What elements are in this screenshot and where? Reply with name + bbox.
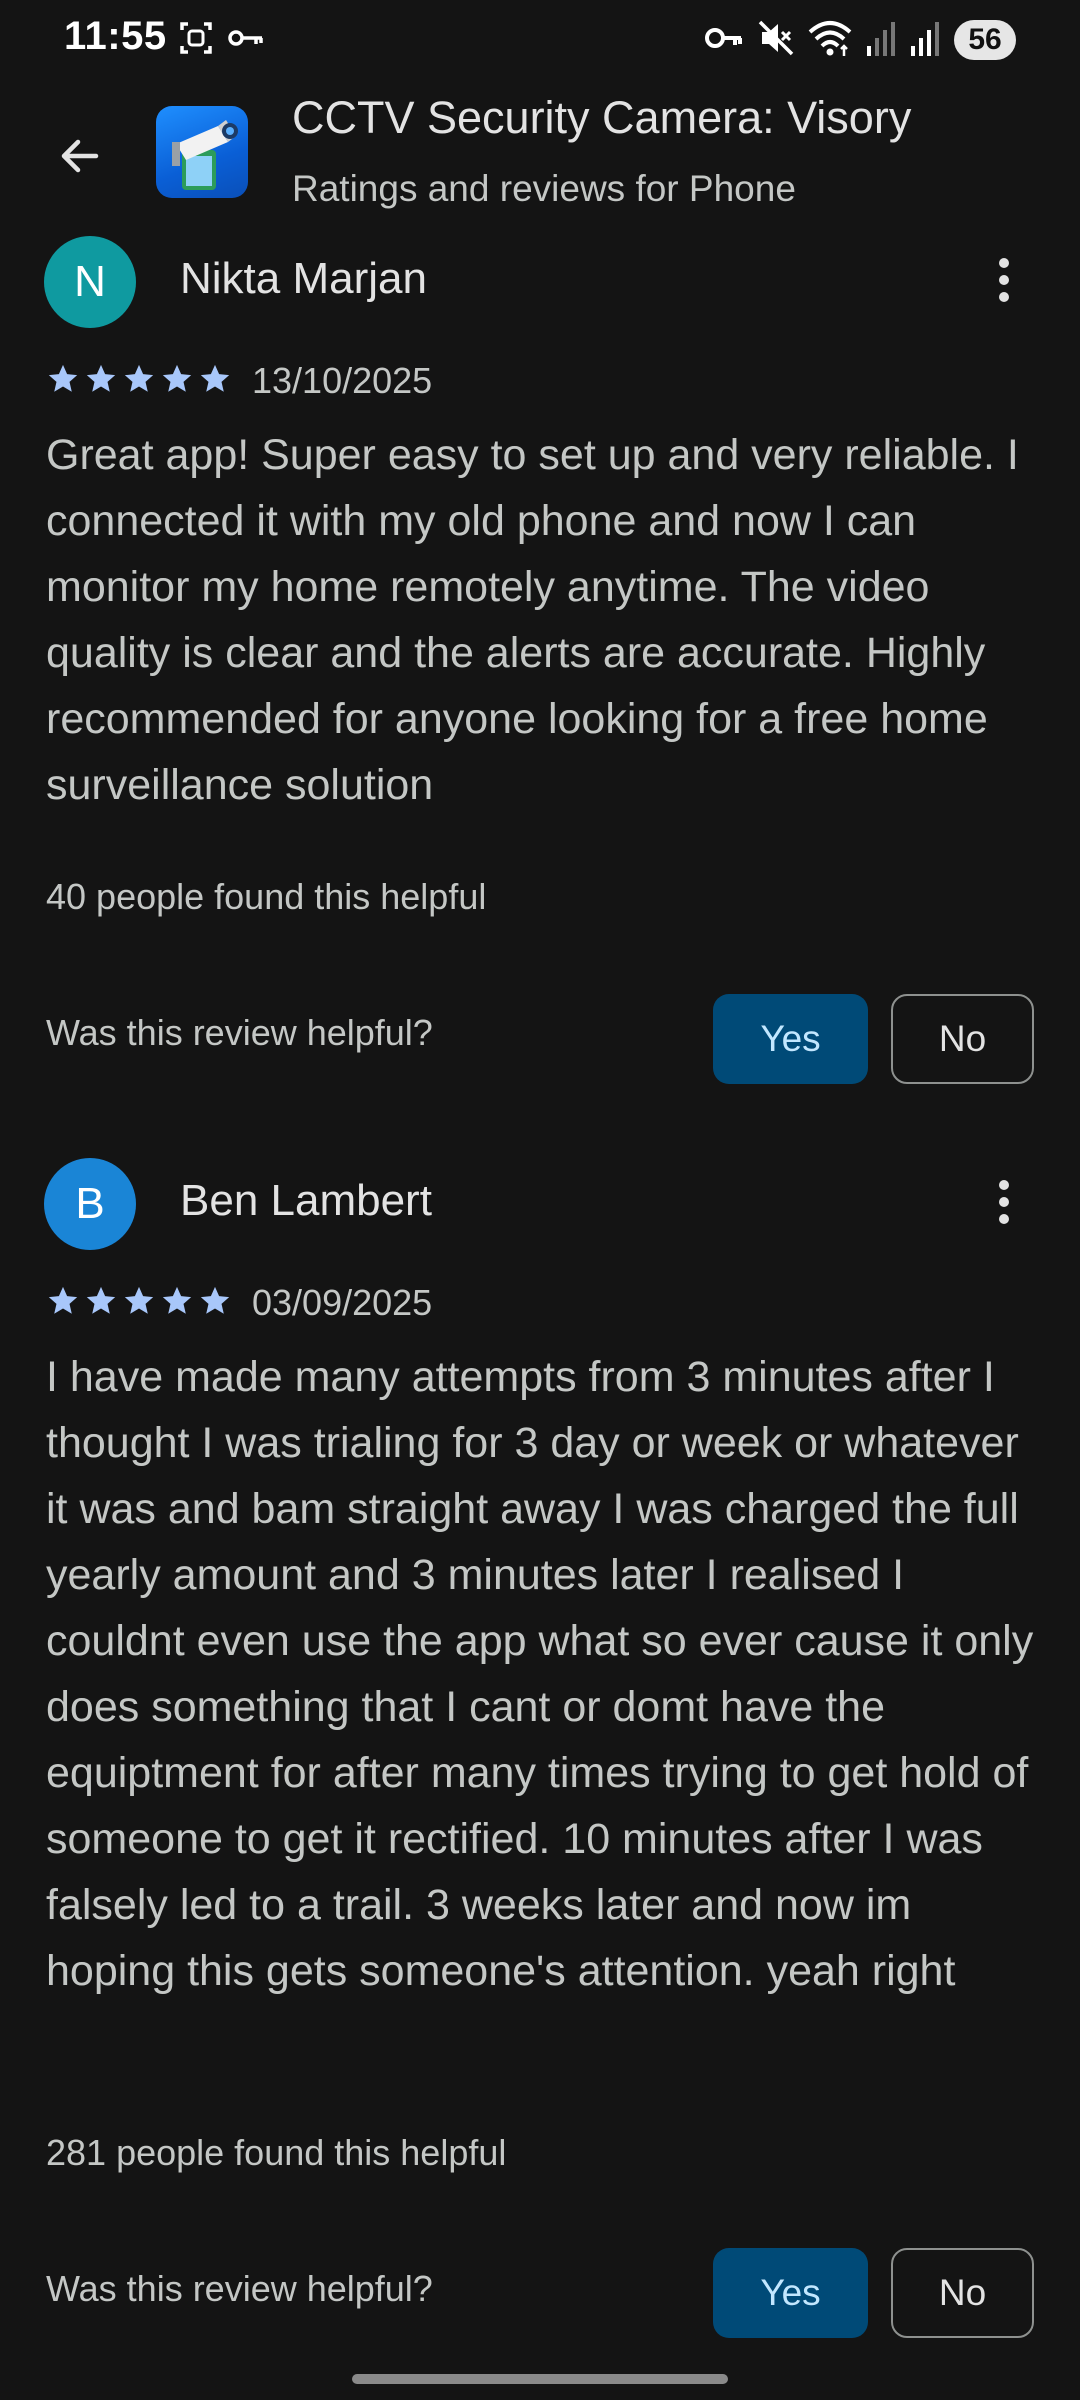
- review-card: N Nikta Marjan 13/10/2025 Great app! Sup…: [0, 236, 1080, 1096]
- avatar: N: [44, 236, 136, 328]
- review-text: I have made many attempts from 3 minutes…: [46, 1353, 1034, 1995]
- more-options-button[interactable]: [964, 242, 1044, 322]
- more-vert-icon: [998, 1178, 1010, 1231]
- more-options-button[interactable]: [964, 1164, 1044, 1244]
- signal-icon: [866, 18, 896, 63]
- star-rating: [46, 362, 232, 401]
- star-icon: [122, 362, 156, 401]
- rating-row: 13/10/2025: [46, 356, 432, 406]
- star-icon: [84, 1284, 118, 1323]
- star-icon: [84, 362, 118, 401]
- star-icon: [46, 1284, 80, 1323]
- signal-icon: [910, 18, 940, 63]
- app-header: CCTV Security Camera: Visory Ratings and…: [0, 84, 1080, 230]
- helpful-count: 281 people found this helpful: [46, 2132, 507, 2173]
- review-date: 13/10/2025: [252, 360, 433, 401]
- review-date: 03/09/2025: [252, 1282, 433, 1323]
- star-icon: [198, 1284, 232, 1323]
- status-right-icons: 56: [704, 18, 1016, 62]
- cctv-camera-app-icon: [156, 106, 248, 198]
- arrow-back-icon: [56, 132, 104, 185]
- helpful-yes-button[interactable]: Yes: [713, 2248, 868, 2338]
- rating-row: 03/09/2025: [46, 1278, 432, 1328]
- more-vert-icon: [998, 256, 1010, 309]
- helpful-yes-button[interactable]: Yes: [713, 994, 868, 1084]
- star-icon: [160, 362, 194, 401]
- helpful-no-button[interactable]: No: [891, 994, 1034, 1084]
- helpful-question: Was this review helpful?: [46, 1012, 433, 1053]
- helpful-question: Was this review helpful?: [46, 2268, 433, 2309]
- back-button[interactable]: [40, 118, 120, 198]
- helpful-count: 40 people found this helpful: [46, 876, 487, 917]
- star-icon: [160, 1284, 194, 1323]
- review-card: B Ben Lambert 03/09/2025 I have made man…: [0, 1158, 1080, 2358]
- reviewer-name: Ben Lambert: [180, 1176, 432, 1225]
- star-icon: [122, 1284, 156, 1323]
- wifi-icon: [808, 18, 852, 63]
- status-time: 11:55: [64, 14, 167, 58]
- star-icon: [198, 362, 232, 401]
- vpn-key-icon: [704, 18, 744, 63]
- review-text: Great app! Super easy to set up and very…: [46, 431, 1019, 809]
- screenshot-icon: [176, 18, 216, 63]
- avatar: B: [44, 1158, 136, 1250]
- reviewer-name: Nikta Marjan: [180, 254, 427, 303]
- battery-indicator: 56: [954, 20, 1016, 60]
- mute-icon: [758, 18, 794, 63]
- star-rating: [46, 1284, 232, 1323]
- helpful-no-button[interactable]: No: [891, 2248, 1034, 2338]
- star-icon: [46, 362, 80, 401]
- home-gesture-bar[interactable]: [352, 2374, 728, 2384]
- key-icon: [226, 18, 266, 63]
- status-bar: 11:55 56: [0, 0, 1080, 84]
- page-subtitle: Ratings and reviews for Phone: [292, 168, 796, 209]
- app-title: CCTV Security Camera: Visory: [292, 92, 912, 143]
- status-left-icons: [176, 20, 266, 60]
